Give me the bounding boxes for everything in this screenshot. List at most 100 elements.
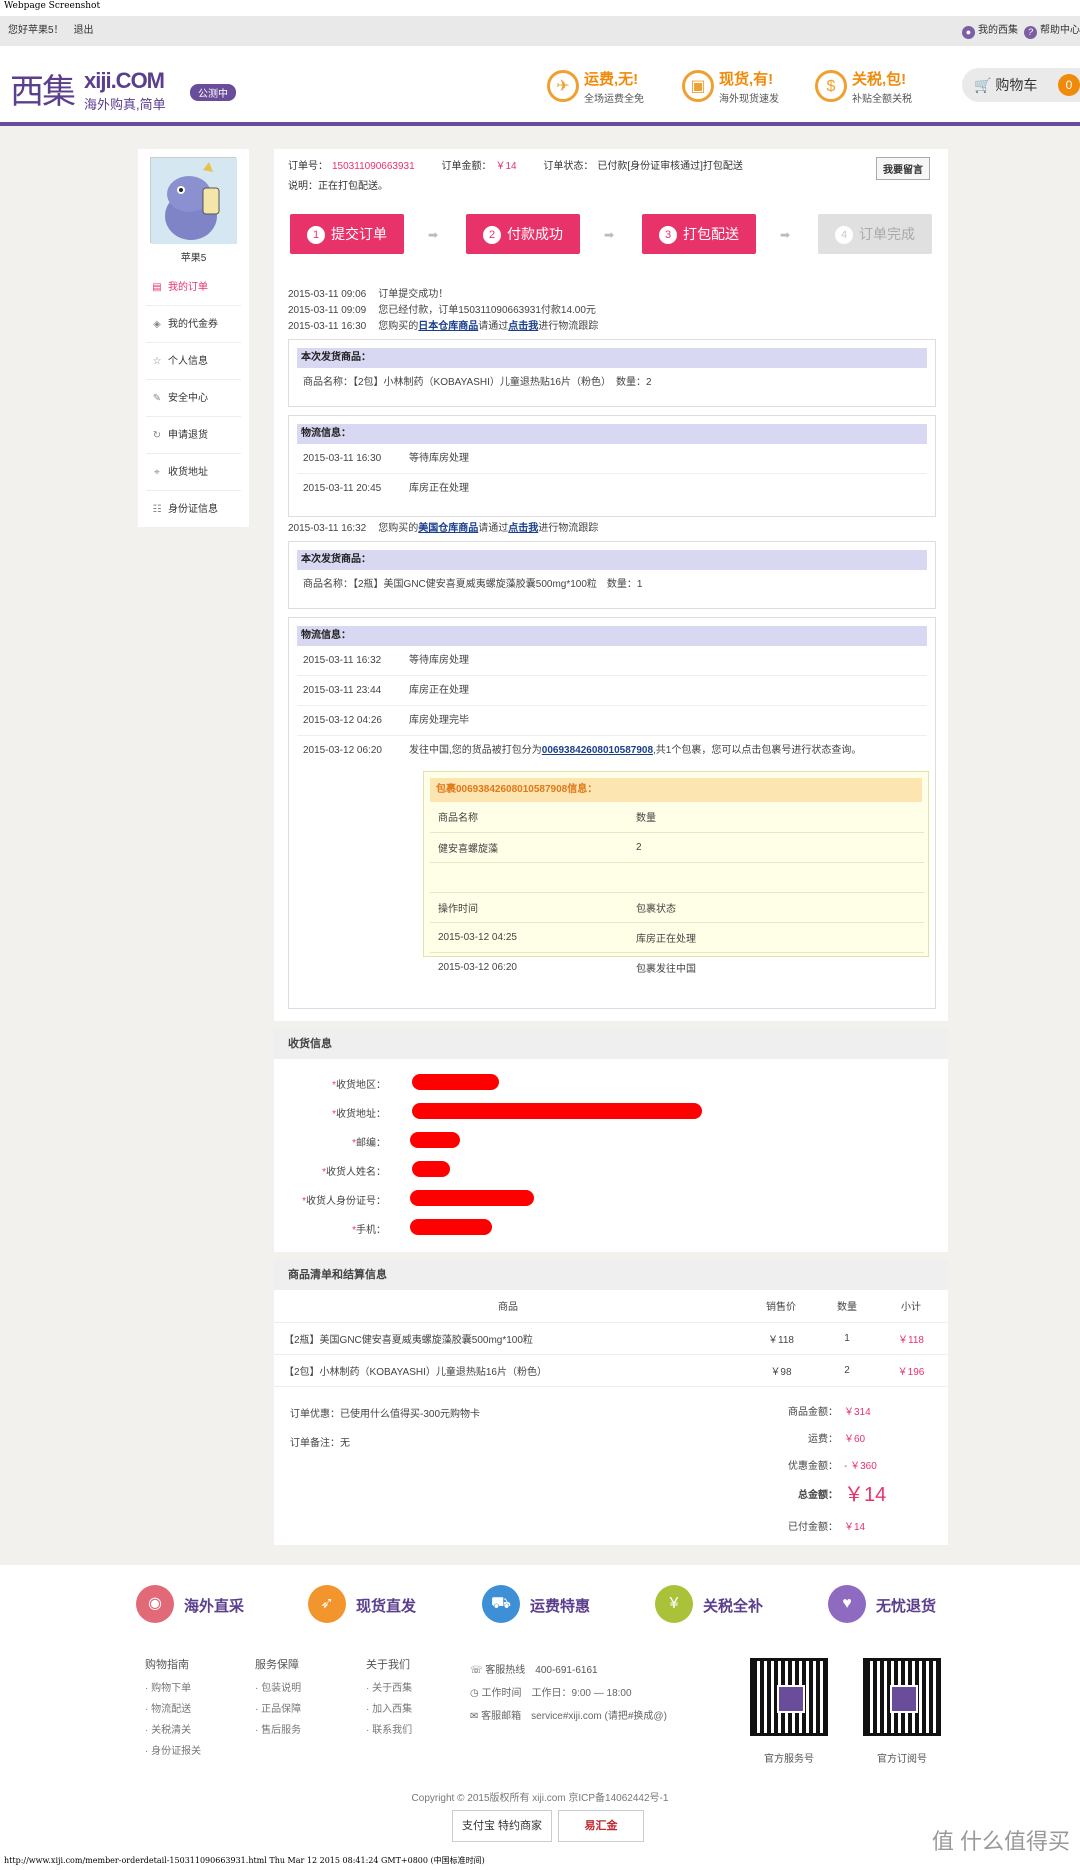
footer-link[interactable]: · 身份证报关 bbox=[145, 1741, 201, 1762]
redaction bbox=[410, 1132, 460, 1148]
sidebar-item-profile[interactable]: ☆ 个人信息 bbox=[146, 343, 241, 380]
sidebar-item-vouchers[interactable]: ◈ 我的代金券 bbox=[146, 306, 241, 343]
order-note: 说明：正在打包配送。 bbox=[288, 181, 388, 192]
tag-icon: ◈ bbox=[153, 319, 161, 330]
log-line: 2015-03-11 09:09 您已经付款，订单150311090663931付… bbox=[288, 305, 596, 316]
footer-col-about: 关于我们 · 关于西集 · 加入西集 · 联系我们 bbox=[366, 1655, 412, 1741]
top-bar: 您好苹果5！ 退出 ● 我的西集 ? 帮助中心 bbox=[0, 16, 1080, 46]
capture-url: http://www.xiji.com/member-orderdetail-1… bbox=[0, 1854, 1080, 1870]
shipping-amount: ￥60 bbox=[844, 1434, 866, 1445]
sidebar-item-id[interactable]: ☷ 身份证信息 bbox=[146, 491, 241, 528]
footer-link[interactable]: · 联系我们 bbox=[366, 1720, 412, 1741]
field-name: *收货人姓名： bbox=[274, 1159, 948, 1181]
site-logo[interactable]: 西集 xiji.COM 海外购真,简单 公测中 bbox=[10, 64, 236, 112]
footer-link[interactable]: · 正品保障 bbox=[255, 1699, 301, 1720]
footer-link[interactable]: · 售后服务 bbox=[255, 1720, 301, 1741]
total-amount: ￥14 bbox=[844, 1484, 887, 1506]
paid-amount: ￥14 bbox=[844, 1522, 866, 1533]
tracking-row: 2015-03-11 23:44 库房正在处理 bbox=[297, 676, 927, 706]
capture-title: Webpage Screenshot bbox=[0, 0, 1080, 16]
order-header: 订单号： 150311090663931 订单金额： ￥14 订单状态： 已付款[身份… bbox=[288, 161, 743, 172]
plane-icon: ✈ bbox=[547, 70, 579, 102]
field-zip: *邮编： bbox=[274, 1130, 948, 1152]
footer-col-guide: 购物指南 · 购物下单 · 物流配送 · 关税清关 · 身份证报关 bbox=[145, 1655, 201, 1762]
order-icon: ▤ bbox=[152, 282, 162, 293]
package-info: 包裹00693842608010587908信息： 商品名称 数量 健安喜螺旋藻 2… bbox=[423, 771, 929, 975]
tracking-row: 2015-03-11 16:30 等待库房处理 bbox=[297, 444, 927, 474]
arrow-icon: ➡ bbox=[780, 228, 791, 242]
edit-icon: ✎ bbox=[152, 393, 162, 404]
step-submit: 1 提交订单 bbox=[290, 214, 404, 254]
alipay-logo[interactable]: 支付宝 特约商家 bbox=[452, 1810, 552, 1842]
footer-link[interactable]: · 关于西集 bbox=[366, 1678, 412, 1699]
sidebar-item-orders[interactable]: ▤ 我的订单 bbox=[146, 269, 241, 306]
globe-icon: ◉ bbox=[136, 1585, 174, 1623]
warehouse-link[interactable]: 美国仓库商品 bbox=[418, 523, 478, 534]
discount-note: 订单优惠：已使用什么值得买-300元购物卡 bbox=[290, 1409, 481, 1420]
help-link[interactable]: ? 帮助中心 bbox=[1024, 25, 1080, 39]
beta-badge: 公测中 bbox=[190, 84, 236, 101]
question-icon: ? bbox=[1024, 26, 1037, 39]
my-xiji-link[interactable]: ● 我的西集 bbox=[962, 25, 1018, 39]
logout-link[interactable]: 退出 bbox=[74, 25, 94, 36]
leave-message-button[interactable]: 我要留言 bbox=[876, 157, 930, 180]
track-link[interactable]: 点击我 bbox=[508, 523, 538, 534]
track-link[interactable]: 点击我 bbox=[508, 321, 538, 332]
warehouse-link[interactable]: 日本仓库商品 bbox=[418, 321, 478, 332]
footer-link[interactable]: · 关税清关 bbox=[145, 1720, 201, 1741]
greeting: 您好苹果5！ bbox=[8, 25, 64, 36]
arrow-icon: ➡ bbox=[604, 228, 615, 242]
tracking-row: 2015-03-12 04:26 库房处理完毕 bbox=[297, 706, 927, 736]
star-icon: ☆ bbox=[152, 356, 162, 367]
items-section: 商品清单和结算信息 商品 销售价 数量 小计 【2瓶】美国GNC健安喜夏威夷螺旋藻胶囊… bbox=[274, 1260, 948, 1545]
piggy-icon: ¥ bbox=[655, 1585, 693, 1623]
order-status: 已付款[身份证审核通过]打包配送 bbox=[597, 161, 743, 172]
user-icon: ● bbox=[962, 26, 975, 39]
sidebar-item-address[interactable]: ⌖ 收货地址 bbox=[146, 454, 241, 491]
refresh-icon: ↻ bbox=[152, 430, 162, 441]
field-phone: *手机： bbox=[274, 1217, 948, 1239]
mail-icon: ✉ bbox=[470, 1711, 479, 1722]
field-region: *收货地区： bbox=[274, 1072, 948, 1094]
step-paid: 2 付款成功 bbox=[466, 214, 580, 254]
package-number-link[interactable]: 00693842608010587908 bbox=[542, 745, 653, 756]
sidebar-item-returns[interactable]: ↻ 申请退货 bbox=[146, 417, 241, 454]
items-table: 商品 销售价 数量 小计 【2瓶】美国GNC健安喜夏威夷螺旋藻胶囊500mg*100粒… bbox=[274, 1290, 948, 1387]
box-icon: ▣ bbox=[682, 70, 714, 102]
log-line: 2015-03-11 16:32 您购买的美国仓库商品请通过点击我进行物流跟踪 bbox=[288, 523, 599, 534]
footer-link[interactable]: · 包装说明 bbox=[255, 1678, 301, 1699]
cart-button[interactable]: 🛒 购物车 0 bbox=[962, 68, 1080, 102]
discount-amount: - ￥360 bbox=[844, 1461, 877, 1472]
table-row: 【2包】小林制药（KOBAYASHI）儿童退热贴16片（粉色） ￥98 2 ￥196 bbox=[274, 1354, 948, 1387]
tracking-row: 2015-03-11 16:32 等待库房处理 bbox=[297, 646, 927, 676]
footer-link[interactable]: · 物流配送 bbox=[145, 1699, 201, 1720]
footer-link[interactable]: · 加入西集 bbox=[366, 1699, 412, 1720]
qr-label: 官方服务号 bbox=[764, 1754, 814, 1765]
redaction bbox=[410, 1190, 534, 1206]
shipment-box-1: 本次发货商品： 商品名称：【2包】小林制药（KOBAYASHI）儿童退热贴16片… bbox=[288, 339, 936, 407]
tracking-box-2: 物流信息： 2015-03-11 16:32 等待库房处理 2015-03-11 … bbox=[288, 617, 936, 1009]
order-amount: ￥14 bbox=[495, 161, 517, 172]
arrow-icon: ➡ bbox=[428, 228, 439, 242]
redaction bbox=[410, 1219, 492, 1235]
order-number: 150311090663931 bbox=[332, 161, 415, 172]
redaction bbox=[412, 1161, 450, 1177]
yihuijin-logo[interactable]: 易汇金 bbox=[558, 1810, 644, 1842]
sidebar-item-security[interactable]: ✎ 安全中心 bbox=[146, 380, 241, 417]
field-id: *收货人身份证号： bbox=[274, 1188, 948, 1210]
cart-icon: 🛒 bbox=[974, 77, 992, 93]
phone-icon: ☏ bbox=[470, 1665, 483, 1676]
copyright: Copyright © 2015版权所有 xiji.com 京ICP备14062… bbox=[411, 1793, 669, 1804]
tracking-row: 2015-03-12 06:20 发往中国,您的货品被打包分为0069384260… bbox=[303, 745, 862, 756]
shipment-item: 商品名称：【2瓶】美国GNC健安喜夏威夷螺旋藻胶囊500mg*100粒 数量：1 bbox=[303, 579, 643, 590]
footer-col-service: 服务保障 · 包装说明 · 正品保障 · 售后服务 bbox=[255, 1655, 301, 1741]
order-detail-panel: 订单号： 150311090663931 订单金额： ￥14 订单状态： 已付款[身份… bbox=[274, 149, 948, 1021]
cart-count: 0 bbox=[1058, 74, 1080, 96]
log-line: 2015-03-11 09:06 订单提交成功！ bbox=[288, 289, 449, 300]
site-header: 西集 xiji.COM 海外购真,简单 公测中 ✈ 运费,无! 全场运费全免 ▣ 现货,有… bbox=[0, 46, 1080, 126]
log-line: 2015-03-11 16:30 您购买的日本仓库商品请通过点击我进行物流跟踪 bbox=[288, 321, 599, 332]
table-row: 【2瓶】美国GNC健安喜夏威夷螺旋藻胶囊500mg*100粒 ￥118 1 ￥118 bbox=[274, 1322, 948, 1355]
shipment-item: 商品名称：【2包】小林制药（KOBAYASHI）儿童退热贴16片（粉色） 数量：… bbox=[303, 377, 652, 388]
footer-link[interactable]: · 购物下单 bbox=[145, 1678, 201, 1699]
id-icon: ☷ bbox=[152, 504, 162, 515]
